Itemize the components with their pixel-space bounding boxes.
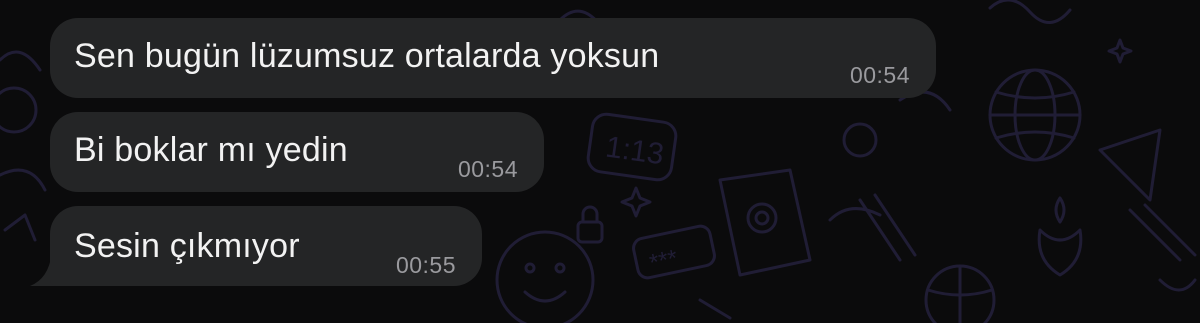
chat-thread: Sen bugün lüzumsuz ortalarda yoksun 00:5… — [0, 0, 1200, 323]
message-timestamp: 00:55 — [395, 252, 456, 278]
message-timestamp: 00:54 — [849, 62, 910, 88]
message-timestamp: 00:54 — [457, 156, 518, 182]
message-bubble[interactable]: Bi boklar mı yedin 00:54 — [50, 112, 544, 192]
message-text: Bi boklar mı yedin — [74, 131, 348, 169]
message-bubble[interactable]: Sen bugün lüzumsuz ortalarda yoksun 00:5… — [50, 18, 936, 98]
message-bubble[interactable]: Sesin çıkmıyor 00:55 — [50, 206, 482, 286]
message-text: Sen bugün lüzumsuz ortalarda yoksun — [74, 37, 660, 75]
message-text: Sesin çıkmıyor — [74, 227, 300, 265]
